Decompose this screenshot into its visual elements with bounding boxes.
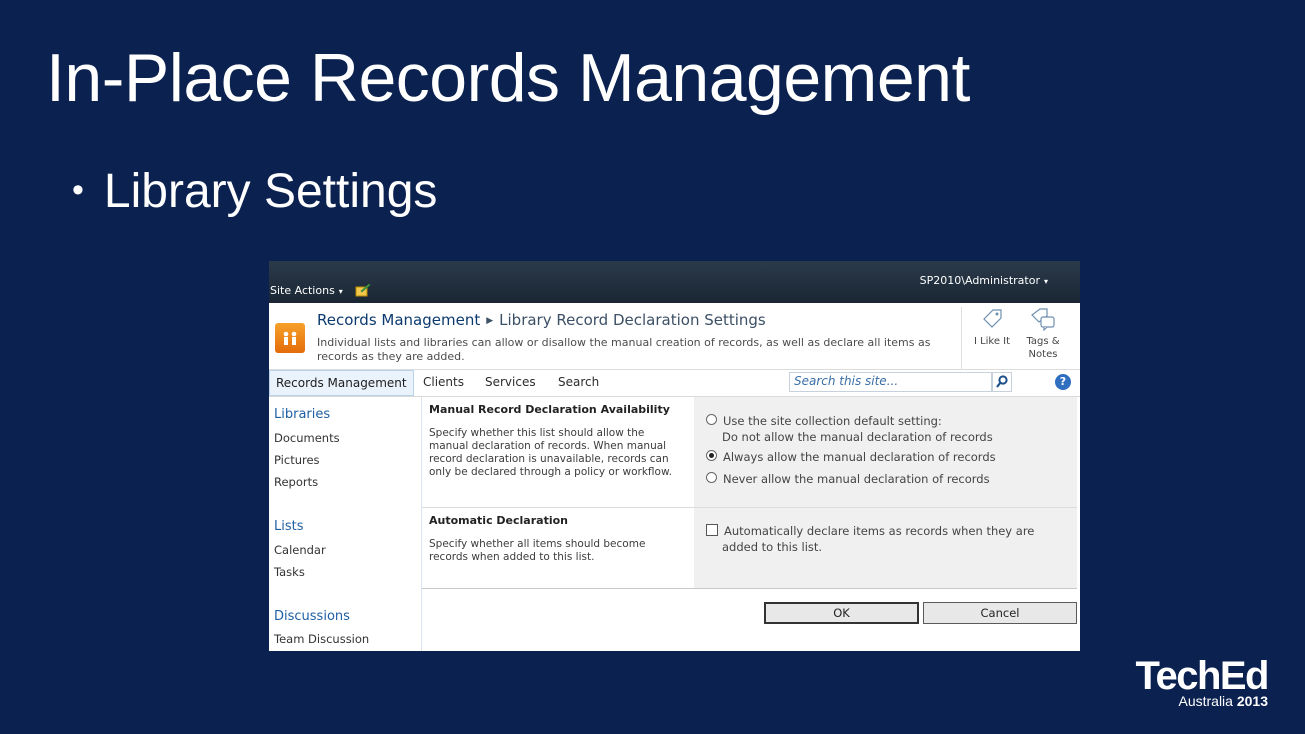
edit-page-icon[interactable] xyxy=(355,283,371,297)
radio-site-default[interactable]: Use the site collection default setting: xyxy=(706,413,942,429)
cancel-button[interactable]: Cancel xyxy=(923,602,1077,624)
site-logo-icon[interactable] xyxy=(275,323,305,353)
breadcrumb-site-link[interactable]: Records Management xyxy=(317,311,480,329)
radio-button[interactable] xyxy=(706,472,717,483)
bullet-dot-icon: • xyxy=(72,171,84,209)
radio-never-allow-label: Never allow the manual declaration of re… xyxy=(723,472,990,486)
bullet-item: • Library Settings xyxy=(72,162,437,226)
page-header: Records Management ▶ Library Record Declar… xyxy=(269,303,1080,370)
i-like-it-label: I Like It xyxy=(973,336,1011,347)
radio-button-selected[interactable] xyxy=(706,450,717,461)
radio-never-allow[interactable]: Never allow the manual declaration of re… xyxy=(706,471,990,487)
user-name: SP2010\Administrator xyxy=(919,274,1040,287)
page-title: Library Record Declaration Settings xyxy=(499,311,766,329)
site-default-detail: Do not allow the manual declaration of r… xyxy=(722,430,993,444)
top-bar: Site Actions ▾ SP2010\Administrator ▾ xyxy=(269,261,1080,303)
ql-item-documents[interactable]: Documents xyxy=(274,431,340,445)
teched-logo: TechEd Australia 2013 xyxy=(1135,654,1269,709)
section-title-automatic: Automatic Declaration xyxy=(429,514,568,527)
auto-declare-checkbox[interactable] xyxy=(706,524,718,536)
auto-declare-checkbox-row[interactable]: Automatically declare items as records w… xyxy=(706,523,1034,539)
chevron-down-icon: ▾ xyxy=(1043,277,1048,286)
ql-item-team-discussion[interactable]: Team Discussion xyxy=(274,632,369,646)
nav-item-services[interactable]: Services xyxy=(485,375,536,389)
search-input[interactable]: Search this site... xyxy=(789,372,992,392)
ok-button[interactable]: OK xyxy=(764,602,919,624)
automatic-declaration-info: Automatic Declaration Specify whether al… xyxy=(422,508,694,588)
bullet-text: Library Settings xyxy=(103,165,438,218)
search-button[interactable] xyxy=(992,372,1012,392)
manual-declaration-section: Manual Record Declaration Availability S… xyxy=(422,397,1077,507)
thumbs-up-tag-icon xyxy=(983,309,1002,328)
settings-form: Manual Record Declaration Availability S… xyxy=(422,397,1077,651)
ql-heading-libraries[interactable]: Libraries xyxy=(274,407,330,422)
ql-heading-discussions[interactable]: Discussions xyxy=(274,609,350,624)
nav-item-search[interactable]: Search xyxy=(558,375,599,389)
radio-site-default-label: Use the site collection default setting: xyxy=(723,414,942,428)
tags-notes-button[interactable]: Tags & Notes xyxy=(1019,307,1067,361)
ql-item-tasks[interactable]: Tasks xyxy=(274,565,305,579)
brand-region: Australia xyxy=(1178,693,1233,709)
radio-button[interactable] xyxy=(706,414,717,425)
radio-always-allow[interactable]: Always allow the manual declaration of r… xyxy=(706,449,996,465)
slide-title: In-Place Records Management xyxy=(46,40,970,116)
breadcrumb-arrow-icon: ▶ xyxy=(486,316,494,326)
manual-declaration-options: Use the site collection default setting:… xyxy=(694,397,1077,507)
tags-label-line1: Tags & xyxy=(1026,336,1060,347)
automatic-declaration-section: Automatic Declaration Specify whether al… xyxy=(422,508,1077,588)
breadcrumb: Records Management ▶ Library Record Declar… xyxy=(317,311,766,329)
site-actions-menu[interactable]: Site Actions ▾ xyxy=(270,284,343,297)
nav-item-records-management[interactable]: Records Management xyxy=(269,370,414,396)
people-icon xyxy=(283,331,297,345)
brand-year: 2013 xyxy=(1236,693,1268,709)
tags-label-line2: Notes xyxy=(1028,349,1058,360)
auto-declare-label-line1: Automatically declare items as records w… xyxy=(724,524,1035,538)
brand-name: TechEd xyxy=(1135,654,1269,698)
sharepoint-screenshot: Site Actions ▾ SP2010\Administrator ▾ Reco… xyxy=(269,261,1080,651)
chevron-down-icon: ▾ xyxy=(338,287,343,296)
user-menu[interactable]: SP2010\Administrator ▾ xyxy=(920,274,1048,287)
section-title-manual: Manual Record Declaration Availability xyxy=(429,403,670,416)
quick-launch: Libraries Documents Pictures Reports Lis… xyxy=(269,397,422,651)
search-icon xyxy=(996,375,1008,388)
tags-notes-icon xyxy=(1031,308,1055,331)
page-description: Individual lists and libraries can allow… xyxy=(317,336,931,363)
top-navigation: Records Management Clients Services Sear… xyxy=(269,370,1080,397)
ql-heading-lists[interactable]: Lists xyxy=(274,519,304,534)
form-bottom-divider xyxy=(422,588,1077,589)
ql-item-pictures[interactable]: Pictures xyxy=(274,453,320,467)
radio-always-allow-label: Always allow the manual declaration of r… xyxy=(723,450,996,464)
site-actions-label: Site Actions xyxy=(270,284,335,297)
i-like-it-button[interactable]: I Like It xyxy=(961,307,1016,369)
ql-item-calendar[interactable]: Calendar xyxy=(274,543,326,557)
auto-declare-label-line2: added to this list. xyxy=(722,540,823,554)
manual-declaration-info: Manual Record Declaration Availability S… xyxy=(422,397,694,507)
section-desc-manual: Specify whether this list should allow t… xyxy=(429,427,672,478)
ql-item-reports[interactable]: Reports xyxy=(274,475,318,489)
section-desc-automatic: Specify whether all items should become … xyxy=(429,538,646,563)
help-icon[interactable]: ? xyxy=(1055,374,1071,390)
automatic-declaration-options: Automatically declare items as records w… xyxy=(694,508,1077,588)
nav-item-clients[interactable]: Clients xyxy=(423,375,464,389)
